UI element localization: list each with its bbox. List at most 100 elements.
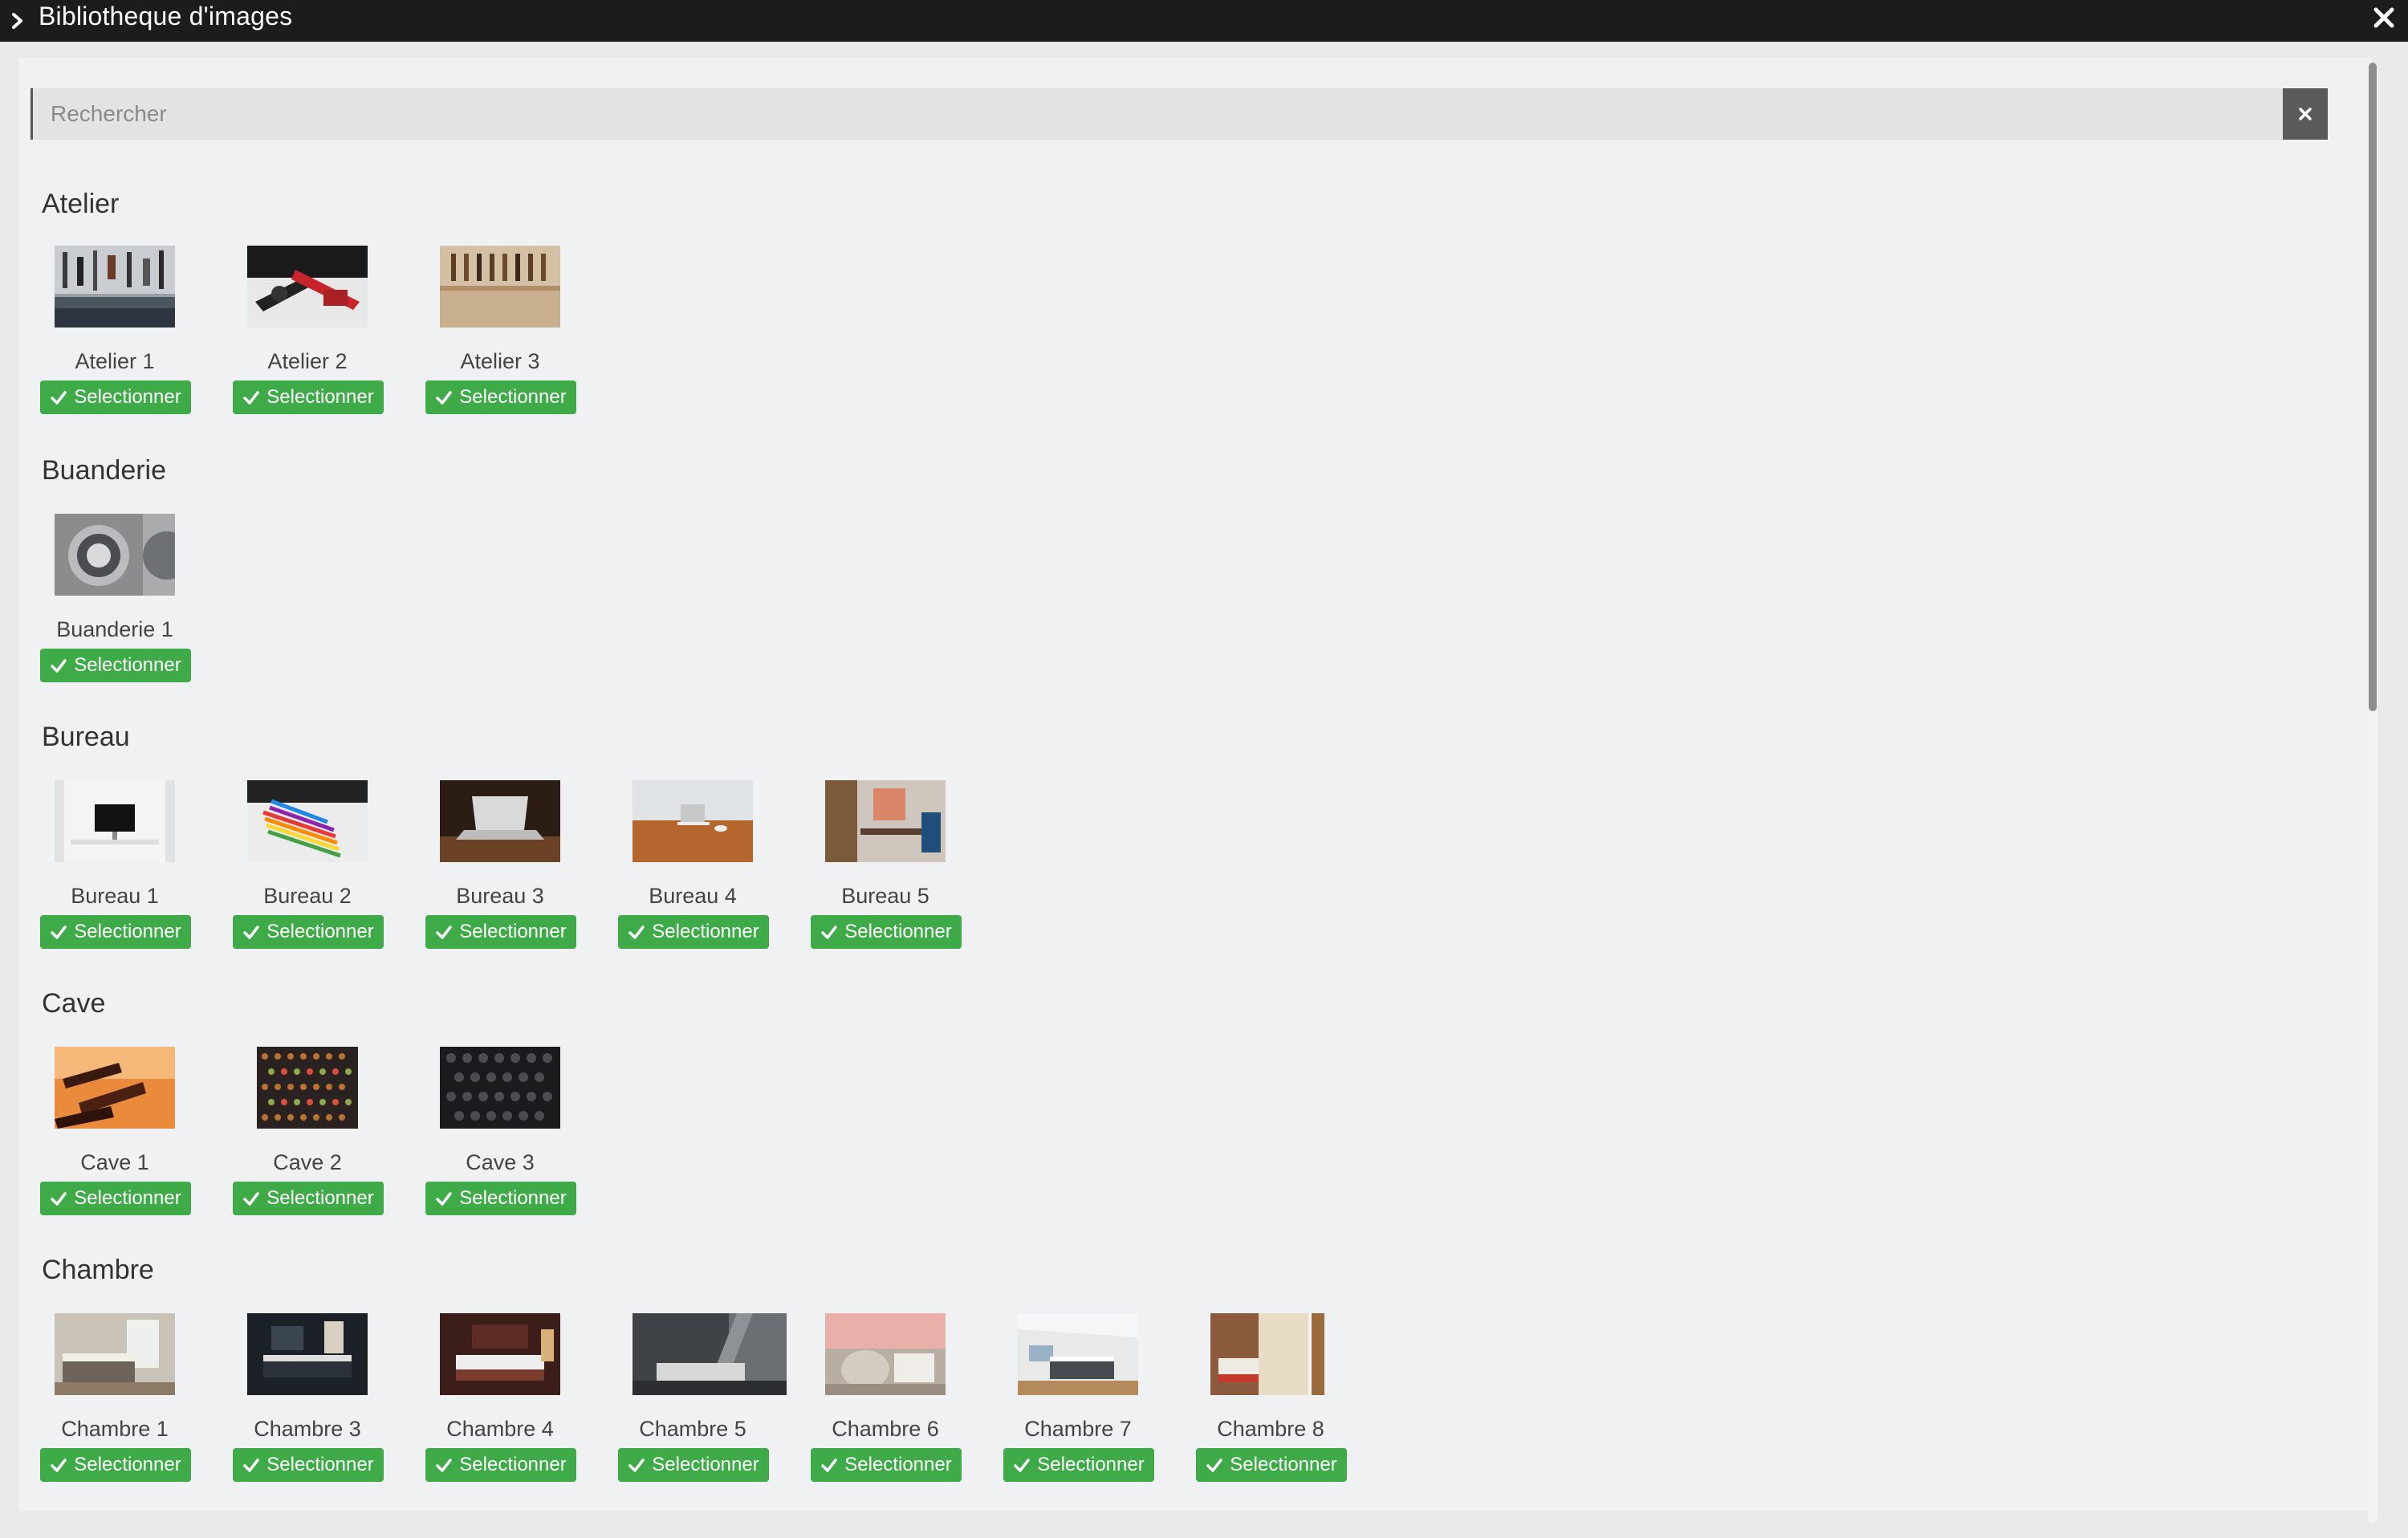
- image-label: Cave 1: [80, 1150, 149, 1174]
- image-thumbnail[interactable]: [440, 780, 560, 862]
- image-card: Chambre 5 Selectionner: [616, 1313, 787, 1506]
- image-label: Bureau 3: [456, 884, 544, 908]
- image-thumbnail[interactable]: [55, 1313, 175, 1395]
- section-title: Cave: [42, 988, 106, 1019]
- vertical-scrollbar[interactable]: [2368, 63, 2377, 1524]
- image-thumbnail[interactable]: [825, 1313, 946, 1395]
- image-card: Chambre 6 Selectionner: [809, 1313, 970, 1506]
- check-icon: [243, 391, 260, 405]
- chevron-right-icon[interactable]: [10, 10, 26, 31]
- image-label: Chambre 7: [1024, 1417, 1132, 1441]
- select-button-label: Selectionner: [459, 1187, 567, 1209]
- select-button-label: Selectionner: [266, 1454, 374, 1475]
- section-title: Buanderie: [42, 455, 167, 486]
- image-card: Chambre 8 Selectionner: [1194, 1313, 1355, 1506]
- select-button[interactable]: Selectionner: [811, 1448, 962, 1482]
- select-button[interactable]: Selectionner: [425, 380, 576, 414]
- select-button-label: Selectionner: [74, 1454, 181, 1475]
- image-thumbnail[interactable]: [825, 780, 946, 862]
- image-thumbnail[interactable]: [633, 780, 753, 862]
- image-card: Atelier 3 Selectionner: [424, 246, 584, 438]
- image-thumbnail[interactable]: [55, 780, 175, 862]
- search-input[interactable]: [31, 88, 2283, 140]
- select-button-label: Selectionner: [844, 1454, 952, 1475]
- image-thumbnail[interactable]: [1210, 1313, 1324, 1395]
- modal-title: Bibliotheque d'images: [39, 2, 293, 31]
- check-icon: [1014, 1459, 1031, 1472]
- image-thumbnail[interactable]: [247, 246, 368, 328]
- image-thumbnail[interactable]: [247, 1047, 368, 1129]
- image-library-content: Atelier: [19, 58, 2373, 1511]
- check-icon: [628, 1459, 645, 1472]
- select-button[interactable]: Selectionner: [40, 380, 191, 414]
- image-card: Atelier 1 Selectionner: [39, 246, 199, 438]
- check-icon: [51, 926, 67, 939]
- modal-title-bar: Bibliotheque d'images: [0, 0, 2408, 42]
- select-button-label: Selectionner: [1230, 1454, 1337, 1475]
- image-card: Bureau 1 Selectionner: [39, 780, 199, 973]
- check-icon: [821, 1459, 838, 1472]
- scrollbar-thumb[interactable]: [2369, 63, 2377, 711]
- select-button[interactable]: Selectionner: [618, 1448, 769, 1482]
- check-icon: [243, 1192, 260, 1206]
- select-button[interactable]: Selectionner: [233, 380, 384, 414]
- image-label: Chambre 5: [639, 1417, 746, 1441]
- select-button[interactable]: Selectionner: [425, 1448, 576, 1482]
- check-icon: [1206, 1459, 1223, 1472]
- select-button[interactable]: Selectionner: [40, 1448, 191, 1482]
- image-label: Cave 3: [466, 1150, 535, 1174]
- select-button[interactable]: Selectionner: [425, 915, 576, 949]
- select-button-label: Selectionner: [652, 921, 759, 942]
- check-icon: [821, 926, 838, 939]
- search-bar: [31, 88, 2328, 140]
- image-card: Chambre 3 Selectionner: [231, 1313, 392, 1506]
- select-button-label: Selectionner: [1037, 1454, 1145, 1475]
- image-thumbnail[interactable]: [247, 1313, 368, 1395]
- image-label: Chambre 1: [61, 1417, 169, 1441]
- select-button[interactable]: Selectionner: [1196, 1448, 1347, 1482]
- image-label: Chambre 3: [254, 1417, 361, 1441]
- close-icon[interactable]: [2369, 3, 2398, 32]
- select-button[interactable]: Selectionner: [233, 1182, 384, 1215]
- image-thumbnail[interactable]: [55, 514, 175, 596]
- select-button[interactable]: Selectionner: [233, 915, 384, 949]
- select-button-label: Selectionner: [459, 1454, 567, 1475]
- select-button-label: Selectionner: [74, 654, 181, 676]
- select-button[interactable]: Selectionner: [618, 915, 769, 949]
- check-icon: [51, 391, 67, 405]
- select-button-label: Selectionner: [266, 1187, 374, 1209]
- search-clear-button[interactable]: [2283, 88, 2328, 140]
- select-button[interactable]: Selectionner: [1003, 1448, 1154, 1482]
- image-thumbnail[interactable]: [55, 1047, 175, 1129]
- image-card: Cave 1 Selectionner: [39, 1047, 199, 1239]
- image-card: Chambre 4 Selectionner: [424, 1313, 584, 1506]
- image-thumbnail[interactable]: [1018, 1313, 1138, 1395]
- check-icon: [51, 659, 67, 673]
- image-label: Bureau 5: [841, 884, 929, 908]
- select-button[interactable]: Selectionner: [40, 649, 191, 682]
- check-icon: [436, 926, 453, 939]
- select-button[interactable]: Selectionner: [40, 915, 191, 949]
- check-icon: [436, 1459, 453, 1472]
- image-label: Chambre 6: [832, 1417, 939, 1441]
- select-button[interactable]: Selectionner: [40, 1182, 191, 1215]
- image-thumbnail[interactable]: [633, 1313, 787, 1395]
- image-label: Bureau 2: [263, 884, 352, 908]
- check-icon: [243, 1459, 260, 1472]
- image-card: Bureau 3 Selectionner: [424, 780, 584, 973]
- select-button-label: Selectionner: [266, 386, 374, 408]
- select-button[interactable]: Selectionner: [811, 915, 962, 949]
- select-button-label: Selectionner: [844, 921, 952, 942]
- image-thumbnail[interactable]: [247, 780, 368, 862]
- image-thumbnail[interactable]: [440, 1047, 560, 1129]
- image-label: Atelier 2: [267, 349, 348, 373]
- image-thumbnail[interactable]: [55, 246, 175, 328]
- image-label: Chambre 8: [1217, 1417, 1324, 1441]
- select-button-label: Selectionner: [652, 1454, 759, 1475]
- select-button[interactable]: Selectionner: [233, 1448, 384, 1482]
- image-card: Cave 2 Selectionner: [231, 1047, 392, 1239]
- image-thumbnail[interactable]: [440, 246, 560, 328]
- select-button[interactable]: Selectionner: [425, 1182, 576, 1215]
- image-thumbnail[interactable]: [440, 1313, 560, 1395]
- image-label: Cave 2: [273, 1150, 342, 1174]
